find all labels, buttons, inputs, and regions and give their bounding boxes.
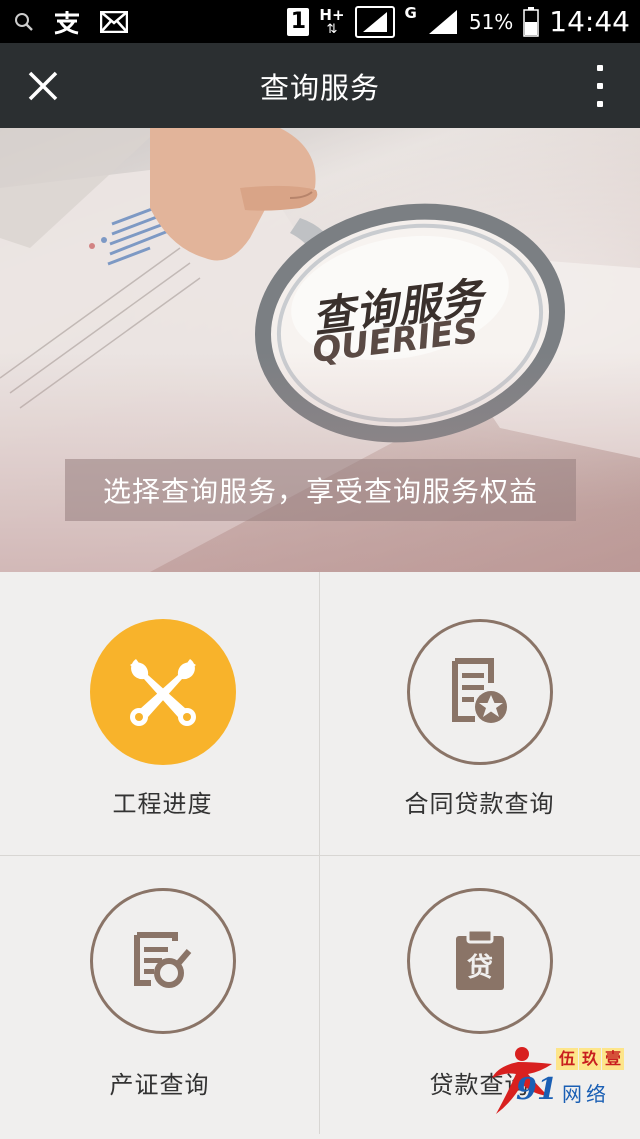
service-icon-circle	[407, 619, 553, 765]
service-contract-loan-query[interactable]: 合同贷款查询	[320, 572, 639, 855]
battery-icon	[523, 6, 540, 37]
alipay-icon	[54, 10, 79, 34]
service-certificate-query[interactable]: 产证查询	[0, 856, 319, 1139]
mail-icon	[100, 10, 128, 33]
svg-text:贷: 贷	[467, 952, 493, 983]
more-vertical-icon	[597, 65, 603, 71]
title-bar: 查询服务	[0, 43, 640, 128]
search-icon	[15, 12, 33, 31]
watermark-number: 91	[516, 1072, 558, 1107]
service-icon-circle	[90, 888, 236, 1034]
banner: 查询服务 QUERIES 选择查询服务，享受查询服务权益	[0, 128, 640, 572]
service-label: 合同贷款查询	[404, 790, 555, 818]
service-icon-circle	[90, 619, 236, 765]
banner-caption: 选择查询服务，享受查询服务权益	[65, 459, 576, 521]
more-menu-button[interactable]	[590, 65, 610, 107]
status-bar: 1 H+ ⇅ G 51% 14:44	[0, 0, 640, 43]
sim-indicator: 1	[287, 7, 310, 36]
page-title: 查询服务	[259, 70, 380, 105]
close-icon	[28, 71, 58, 101]
signal-icon-2	[428, 9, 457, 34]
status-left-icons	[14, 0, 128, 43]
service-label: 产证查询	[109, 1071, 210, 1099]
battery-percent: 51%	[468, 9, 514, 34]
certificate-search-icon	[134, 932, 192, 988]
loan-clipboard-icon: 贷	[456, 928, 504, 990]
watermark-logo: 91 伍 玖 壹 网络	[488, 1044, 628, 1122]
status-right-icons: 1 H+ ⇅ G 51% 14:44	[287, 0, 630, 43]
watermark-text: 网络	[562, 1082, 610, 1106]
close-button[interactable]	[18, 61, 68, 111]
service-icon-circle: 贷	[407, 888, 553, 1034]
signal-icon-1	[354, 5, 395, 38]
watermark-top-chars: 伍 玖 壹	[556, 1048, 624, 1070]
clock: 14:44	[549, 5, 630, 38]
network-g: G	[404, 4, 417, 22]
service-label: 工程进度	[112, 790, 213, 818]
contract-star-icon	[452, 658, 507, 723]
wrench-cross-icon	[130, 659, 196, 726]
service-project-progress[interactable]: 工程进度	[0, 572, 319, 855]
network-hplus: H+ ⇅	[319, 5, 345, 37]
